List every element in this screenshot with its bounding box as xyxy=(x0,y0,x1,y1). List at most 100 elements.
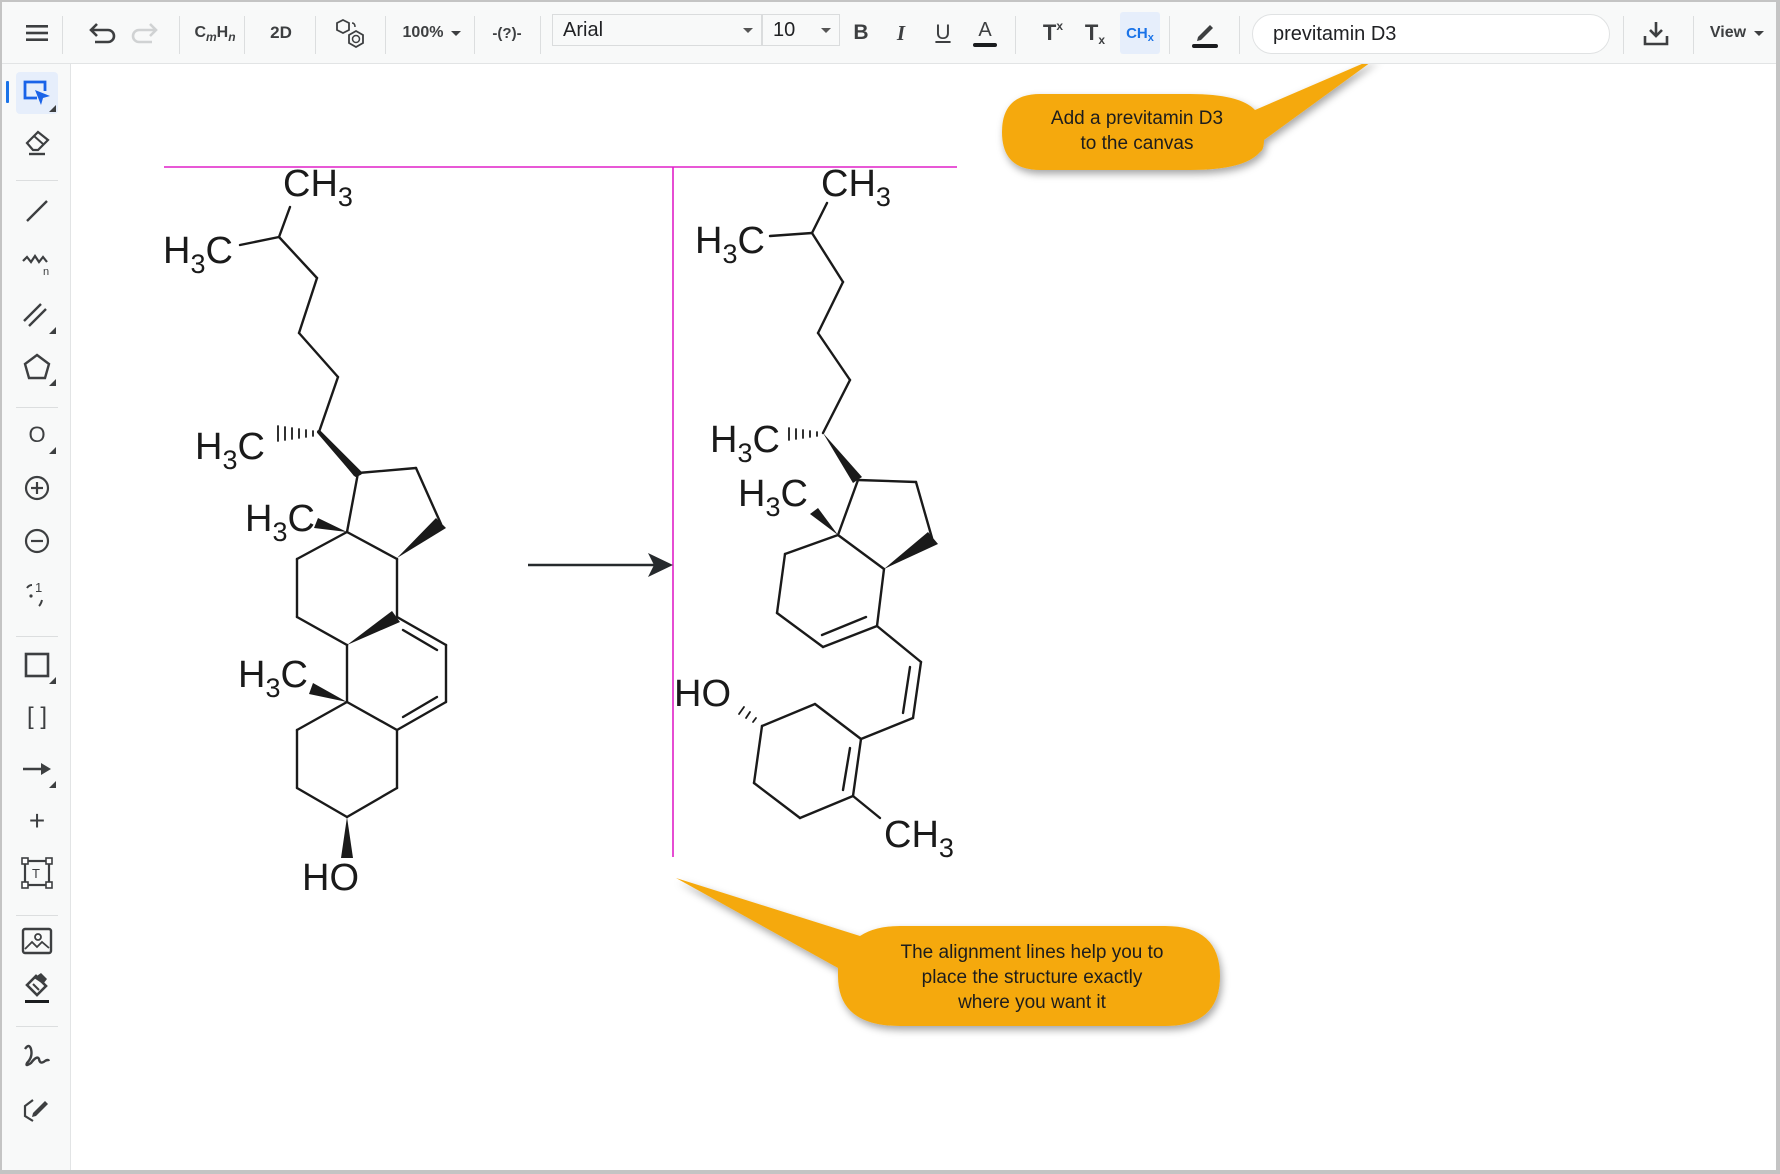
underline-button[interactable]: U xyxy=(930,12,956,54)
italic-button[interactable]: I xyxy=(888,12,914,54)
formula-button[interactable]: CmHn xyxy=(194,12,235,54)
reaction-arrow-icon xyxy=(23,763,51,775)
hamburger-menu-icon xyxy=(26,25,48,41)
redo-button[interactable] xyxy=(129,12,159,54)
brackets-icon: [ ] xyxy=(26,703,47,730)
eraser-icon xyxy=(25,130,50,156)
label-ho: HO xyxy=(674,673,731,715)
toolbar-divider xyxy=(16,407,58,408)
image-icon xyxy=(21,927,53,955)
paint-bucket-icon xyxy=(25,973,49,1003)
toolbar-divider xyxy=(16,915,58,916)
toolbar-divider xyxy=(16,1026,58,1027)
minus-charge-icon xyxy=(24,528,50,554)
chain-tool[interactable]: n xyxy=(16,242,58,284)
submenu-indicator xyxy=(49,327,56,334)
active-tool-indicator xyxy=(6,81,9,103)
label-h3c-c19: H3C xyxy=(238,654,308,703)
color-bar xyxy=(973,42,997,47)
callout-top-text: Add a previtamin D3 to the canvas xyxy=(1012,106,1262,156)
download-icon xyxy=(1643,22,1669,46)
font-size-select[interactable]: 10 xyxy=(762,14,840,46)
plus-charge-icon xyxy=(24,475,50,501)
select-tool[interactable] xyxy=(16,72,58,114)
toolbar-divider xyxy=(1693,16,1694,54)
text-color-button[interactable]: A xyxy=(972,12,998,54)
pen-color-icon xyxy=(1192,25,1218,48)
superscript-button[interactable]: Tx xyxy=(1038,12,1068,54)
left-toolbar: n O 1 [] + T xyxy=(2,64,71,1170)
chevron-down-icon xyxy=(451,30,462,36)
paint-tool[interactable] xyxy=(16,966,58,1008)
label-h3c-c18: H3C xyxy=(245,498,315,547)
view-menu-button[interactable]: View xyxy=(1707,12,1767,54)
callout-top-line1: Add a previtamin D3 xyxy=(1050,108,1224,129)
label-h3c-side: H3C xyxy=(695,220,765,269)
atom-o-icon: O xyxy=(28,422,46,447)
charge-minus-tool[interactable] xyxy=(16,520,58,562)
submenu-indicator xyxy=(49,105,56,112)
toolbar-divider xyxy=(1623,16,1624,54)
structure-search-field[interactable] xyxy=(1252,14,1610,54)
label-ch3-top: CH3 xyxy=(283,163,353,212)
query-atom-icon: -(?)- xyxy=(492,24,522,42)
undo-button[interactable] xyxy=(88,12,118,54)
download-button[interactable] xyxy=(1640,12,1672,54)
arrow-tool[interactable] xyxy=(16,748,58,790)
freehand-icon xyxy=(24,1044,51,1067)
font-family-select[interactable]: Arial xyxy=(552,14,762,46)
top-toolbar: CmHn 2D 100% -(?)- Arial 10 B I U A T x … xyxy=(2,2,1776,64)
callout-bottom-line1: The alignment lines help you to xyxy=(900,942,1164,963)
submenu-indicator xyxy=(49,379,56,386)
clean-2d-button[interactable]: 2D xyxy=(264,12,298,54)
sketch-tool[interactable] xyxy=(16,1088,58,1130)
single-bond-tool[interactable] xyxy=(16,190,58,232)
toolbar-divider xyxy=(474,16,475,54)
charge-plus-tool[interactable] xyxy=(16,467,58,509)
callout-top-line2: to the canvas xyxy=(1080,133,1194,154)
toolbar-divider xyxy=(1015,16,1016,54)
toolbar-divider xyxy=(244,16,245,54)
menu-button[interactable] xyxy=(22,12,52,54)
text-tool[interactable]: T xyxy=(16,852,58,894)
atom-map-tool[interactable]: 1 xyxy=(16,573,58,615)
svg-text:1: 1 xyxy=(35,580,42,595)
zoom-dropdown[interactable]: 100% xyxy=(397,12,467,54)
toolbar-divider xyxy=(540,16,541,54)
label-h3c-side: H3C xyxy=(163,230,233,279)
chx-button[interactable]: CH x xyxy=(1120,12,1160,54)
text-box-icon: T xyxy=(21,857,53,889)
submenu-indicator xyxy=(49,447,56,454)
brackets-tool[interactable]: [ ] xyxy=(16,696,58,738)
toolbar-divider xyxy=(1169,16,1170,54)
toolbar-divider xyxy=(1239,16,1240,54)
ring-tool[interactable] xyxy=(16,346,58,388)
structure-search-input[interactable] xyxy=(1273,22,1593,46)
label-ch3-top: CH3 xyxy=(821,163,891,212)
bold-button[interactable]: B xyxy=(848,12,874,54)
freehand-tool[interactable] xyxy=(16,1034,58,1076)
chain-icon: n xyxy=(22,254,49,278)
subscript-button[interactable]: Tx xyxy=(1080,12,1110,54)
atom-tool[interactable]: O xyxy=(16,414,58,456)
svg-text:n: n xyxy=(43,266,49,278)
plus-tool[interactable]: + xyxy=(16,800,58,842)
callout-bottom-line2: place the structure exactly xyxy=(921,967,1143,988)
toolbar-divider xyxy=(179,16,180,54)
rectangle-tool[interactable] xyxy=(16,644,58,686)
image-tool[interactable] xyxy=(16,920,58,962)
label-ho: HO xyxy=(302,857,359,899)
label-h3c-c18: H3C xyxy=(738,473,808,522)
ring-transform-icon xyxy=(336,18,364,48)
submenu-indicator xyxy=(49,781,56,788)
query-atom-button[interactable]: -(?)- xyxy=(488,12,526,54)
eraser-tool[interactable] xyxy=(16,120,58,162)
toolbar-divider xyxy=(315,16,316,54)
double-bond-tool[interactable] xyxy=(16,294,58,336)
reaction-arrow[interactable] xyxy=(528,553,673,577)
chevron-down-icon xyxy=(821,28,831,33)
pen-color-button[interactable] xyxy=(1188,12,1222,54)
chevron-down-icon xyxy=(743,28,753,33)
ring-transform-button[interactable] xyxy=(334,12,368,54)
label-h3c-c21: H3C xyxy=(710,419,780,468)
